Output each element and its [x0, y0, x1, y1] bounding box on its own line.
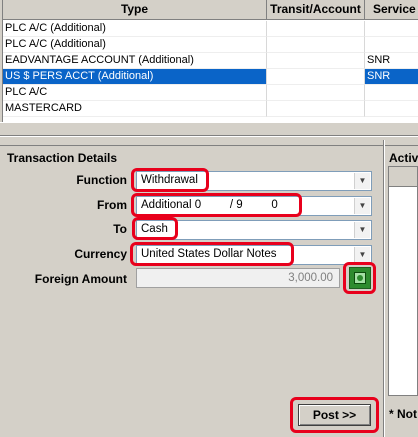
- cell-service: SNR: [365, 69, 418, 85]
- grid-header: Type Transit/Account Service T: [3, 0, 418, 20]
- from-account-select[interactable]: Additional 0 / 9 0 ▼: [136, 196, 372, 216]
- cell-transit: [267, 53, 365, 69]
- table-row[interactable]: PLC A/C (Additional): [3, 21, 418, 37]
- to-select[interactable]: Cash ▼: [136, 220, 372, 240]
- transaction-details-heading: Transaction Details: [7, 151, 118, 165]
- cell-service: [365, 85, 418, 101]
- cell-type: PLC A/C (Additional): [3, 37, 267, 53]
- foreign-amount-field: 3,000.00: [136, 268, 340, 288]
- cell-service: [365, 101, 418, 117]
- footnote-text: * Not: [389, 407, 417, 421]
- table-row[interactable]: PLC A/C: [3, 85, 418, 101]
- column-header-service[interactable]: Service T: [365, 0, 418, 20]
- cell-service: [365, 37, 418, 53]
- cell-transit: [267, 85, 365, 101]
- to-label: To: [113, 222, 127, 236]
- cell-type: PLC A/C (Additional): [3, 21, 267, 37]
- accounts-grid[interactable]: Type Transit/Account Service T PLC A/C (…: [2, 0, 418, 122]
- foreign-amount-label: Foreign Amount: [34, 272, 127, 286]
- cell-transit: [267, 37, 365, 53]
- cell-transit: [267, 21, 365, 37]
- calculator-button[interactable]: [349, 267, 371, 289]
- table-row-selected[interactable]: US $ PERS ACCT (Additional) SNR: [3, 69, 418, 85]
- cell-transit: [267, 101, 365, 117]
- from-label: From: [97, 198, 127, 212]
- cell-type: MASTERCARD: [3, 101, 267, 117]
- chevron-down-icon[interactable]: ▼: [354, 247, 370, 263]
- cell-service: SNR: [365, 53, 418, 69]
- currency-value: United States Dollar Notes: [141, 248, 277, 260]
- panel-separator: [383, 140, 385, 437]
- table-row[interactable]: EADVANTAGE ACCOUNT (Additional) SNR: [3, 53, 418, 69]
- column-header-transit-account[interactable]: Transit/Account: [267, 0, 365, 20]
- function-value: Withdrawal: [141, 174, 198, 186]
- chevron-down-icon[interactable]: ▼: [354, 222, 370, 238]
- chevron-down-icon[interactable]: ▼: [354, 198, 370, 214]
- cell-type: US $ PERS ACCT (Additional): [3, 69, 267, 85]
- splitter-groove: [0, 135, 418, 137]
- table-row[interactable]: MASTERCARD: [3, 101, 418, 117]
- cell-type: PLC A/C: [3, 85, 267, 101]
- calculator-icon: [354, 272, 366, 284]
- column-header-type[interactable]: Type: [3, 0, 267, 20]
- foreign-amount-value: 3,000.00: [288, 272, 333, 284]
- post-button[interactable]: Post >>: [298, 404, 371, 426]
- currency-select[interactable]: United States Dollar Notes ▼: [136, 245, 372, 265]
- to-value: Cash: [141, 223, 168, 235]
- table-row[interactable]: PLC A/C (Additional): [3, 37, 418, 53]
- currency-label: Currency: [74, 247, 127, 261]
- cell-service: [365, 21, 418, 37]
- panel-splitter[interactable]: [0, 122, 418, 146]
- cell-transit: [267, 69, 365, 85]
- from-value: Additional 0 / 9 0: [141, 199, 278, 211]
- activity-list[interactable]: [388, 166, 418, 396]
- function-select[interactable]: Withdrawal ▼: [136, 171, 372, 191]
- activity-heading: Activ: [389, 151, 418, 165]
- activity-list-header: [389, 167, 417, 187]
- cell-type: EADVANTAGE ACCOUNT (Additional): [3, 53, 267, 69]
- chevron-down-icon[interactable]: ▼: [354, 173, 370, 189]
- function-label: Function: [76, 173, 127, 187]
